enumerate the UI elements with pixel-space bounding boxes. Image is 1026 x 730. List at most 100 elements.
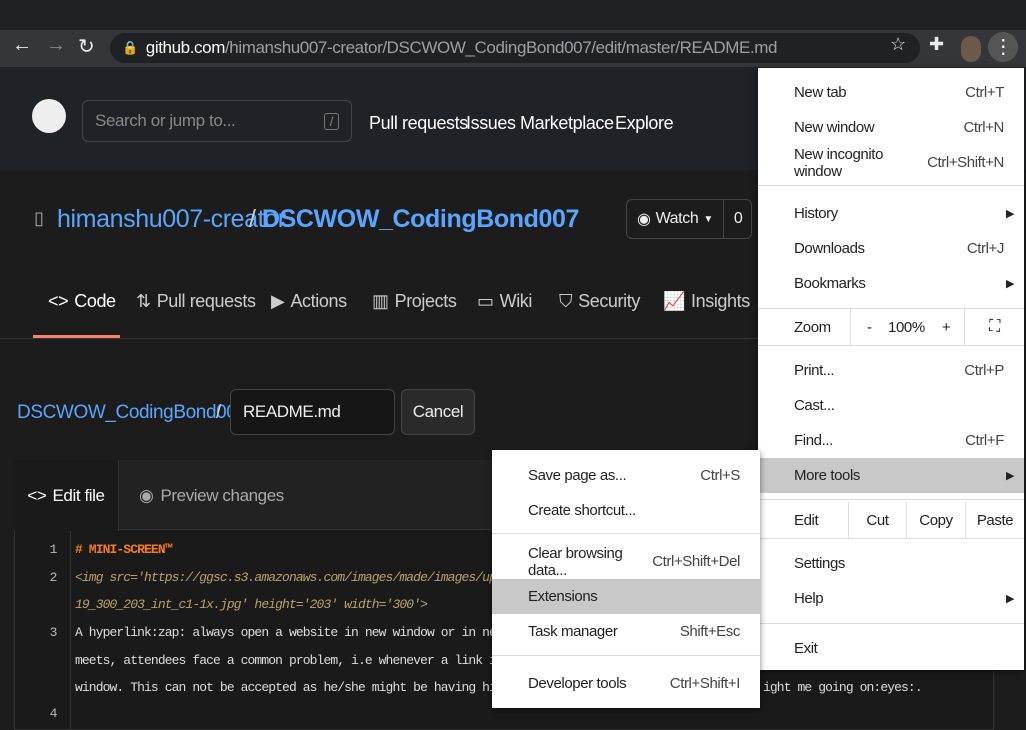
menu-exit[interactable]: Exit (758, 631, 1024, 666)
menu-print[interactable]: Print... Ctrl+P (758, 353, 1024, 388)
watch-label: Watch (655, 210, 699, 227)
tab-code[interactable]: <> Code (48, 291, 116, 312)
repo-name-link[interactable]: DSCWOW_CodingBond007 (262, 205, 579, 234)
cancel-button[interactable]: Cancel (401, 389, 475, 435)
menu-developer-tools[interactable]: Developer tools Ctrl+Shift+I (492, 666, 760, 701)
caret-down-icon: ▼ (703, 213, 713, 225)
menu-label: History (794, 205, 838, 222)
extensions-puzzle-icon[interactable]: ✚ (929, 34, 944, 55)
menu-shortcut: Ctrl+J (966, 240, 1005, 257)
paste-button[interactable]: Paste (965, 502, 1024, 538)
menu-label: Task manager (528, 623, 618, 640)
tab-projects[interactable]: ▥ Projects (372, 291, 457, 312)
lock-icon: 🔒 (122, 40, 138, 55)
tab-label: Actions (290, 291, 347, 311)
nav-issues[interactable]: Issues (466, 113, 516, 134)
menu-new-window[interactable]: New window Ctrl+N (758, 110, 1024, 145)
menu-help[interactable]: Help ▶ (758, 581, 1024, 616)
menu-shortcut: Ctrl+Shift+I (669, 675, 741, 692)
menu-find[interactable]: Find... Ctrl+F (758, 423, 1024, 458)
menu-more-tools[interactable]: More tools ▶ (758, 458, 1024, 493)
menu-label: New tab (794, 84, 847, 101)
edit-file-tab[interactable]: <> Edit file (14, 460, 119, 531)
menu-history[interactable]: History ▶ (758, 196, 1024, 231)
breadcrumb-repo-link[interactable]: DSCWOW_CodingBond007 (17, 402, 247, 424)
filename-input[interactable]: README.md (230, 389, 395, 435)
eye-icon: ◉ (637, 211, 651, 228)
menu-settings[interactable]: Settings (758, 546, 1024, 581)
watch-count[interactable]: 0 (724, 210, 753, 228)
menu-downloads[interactable]: Downloads Ctrl+J (758, 231, 1024, 266)
search-shortcut-key: / (323, 112, 339, 130)
zoom-label: Zoom (794, 318, 831, 336)
zoom-value: 100% (888, 318, 925, 336)
code-line: window. This can not be accepted as he/s… (75, 680, 504, 695)
reload-icon[interactable]: ↻ (78, 34, 95, 59)
menu-new-incognito[interactable]: New incognito window Ctrl+Shift+N (758, 145, 1024, 180)
tab-label: Security (578, 291, 640, 311)
profile-avatar[interactable] (961, 36, 981, 62)
tab-insights[interactable]: 📈 Insights (663, 291, 750, 312)
menu-label: Find... (794, 432, 833, 449)
tab-label: Preview changes (160, 486, 284, 505)
play-icon: ▶ (271, 291, 285, 311)
menu-shortcut: Ctrl+F (965, 432, 1004, 449)
fullscreen-icon[interactable]: ⛶ (964, 309, 1024, 345)
menu-create-shortcut[interactable]: Create shortcut... (492, 493, 760, 528)
github-logo-icon[interactable] (32, 99, 66, 133)
zoom-out-button[interactable]: - (850, 309, 888, 345)
menu-edit-row: Edit Cut Copy Paste (758, 502, 1024, 538)
menu-new-tab[interactable]: New tab Ctrl+T (758, 75, 1024, 110)
tab-security[interactable]: ⛉ Security (559, 291, 640, 312)
project-icon: ▥ (372, 291, 389, 311)
chrome-menu-icon[interactable]: ⋮ (988, 32, 1018, 62)
menu-shortcut: Ctrl+T (965, 84, 1004, 101)
search-placeholder: Search or jump to... (95, 111, 236, 130)
nav-pull-requests[interactable]: Pull requests (369, 113, 468, 134)
nav-explore[interactable]: Explore (615, 113, 674, 134)
zoom-in-button[interactable]: + (928, 319, 964, 336)
menu-shortcut: Ctrl+Shift+N (927, 154, 1004, 171)
tab-pull-requests[interactable]: ⇅ Pull requests (136, 291, 256, 312)
tab-strip[interactable] (0, 0, 1026, 30)
menu-separator (492, 655, 760, 656)
menu-task-manager[interactable]: Task manager Shift+Esc (492, 614, 760, 649)
menu-shortcut: Ctrl+S (700, 467, 740, 484)
code-line: 19_300_203_int_c1-1x.jpg' height='203' w… (75, 597, 428, 612)
code-icon: <> (27, 485, 47, 505)
menu-zoom-row: Zoom - 100% + ⛶ (758, 309, 1024, 345)
watch-button[interactable]: ◉ Watch ▼ 0 (626, 199, 752, 239)
submenu-arrow-icon: ▶ (1005, 593, 1014, 605)
menu-label: Save page as... (528, 467, 627, 484)
bookmark-star-icon[interactable]: ☆ (890, 34, 906, 55)
menu-save-page[interactable]: Save page as... Ctrl+S (492, 458, 760, 493)
address-bar[interactable]: 🔒 github.com/himanshu007-creator/DSCWOW_… (110, 33, 920, 63)
code-line: <img src='https://ggsc.s3.amazonaws.com/… (75, 570, 511, 585)
menu-label: Exit (794, 640, 818, 657)
tab-label: Wiki (499, 291, 533, 311)
nav-marketplace[interactable]: Marketplace (520, 113, 614, 134)
cut-button[interactable]: Cut (848, 502, 906, 538)
preview-changes-tab[interactable]: ◉ Preview changes (139, 486, 284, 506)
tab-wiki[interactable]: ▭ Wiki (477, 291, 532, 312)
graph-icon: 📈 (663, 291, 686, 311)
edit-label: Edit (794, 511, 819, 529)
code-line: # MINI-SCREEN™ (75, 542, 173, 557)
menu-bookmarks[interactable]: Bookmarks ▶ (758, 266, 1024, 301)
tab-actions[interactable]: ▶ Actions (271, 291, 347, 312)
back-icon[interactable]: ← (12, 34, 32, 57)
menu-shortcut: Ctrl+N (963, 119, 1004, 136)
menu-clear-browsing-data[interactable]: Clear browsing data... Ctrl+Shift+Del (492, 544, 760, 579)
menu-cast[interactable]: Cast... (758, 388, 1024, 423)
copy-button[interactable]: Copy (906, 502, 965, 538)
more-tools-submenu: Save page as... Ctrl+S Create shortcut...… (492, 450, 760, 708)
line-number: 3 (49, 625, 58, 640)
search-input[interactable]: Search or jump to... / (82, 100, 352, 142)
forward-icon[interactable]: → (46, 34, 66, 57)
menu-extensions[interactable]: Extensions (492, 579, 760, 614)
line-number: 1 (49, 542, 58, 557)
menu-label: Settings (794, 555, 845, 572)
menu-shortcut: Shift+Esc (679, 623, 741, 640)
tab-label: Pull requests (156, 291, 256, 311)
menu-label: Create shortcut... (528, 502, 636, 519)
